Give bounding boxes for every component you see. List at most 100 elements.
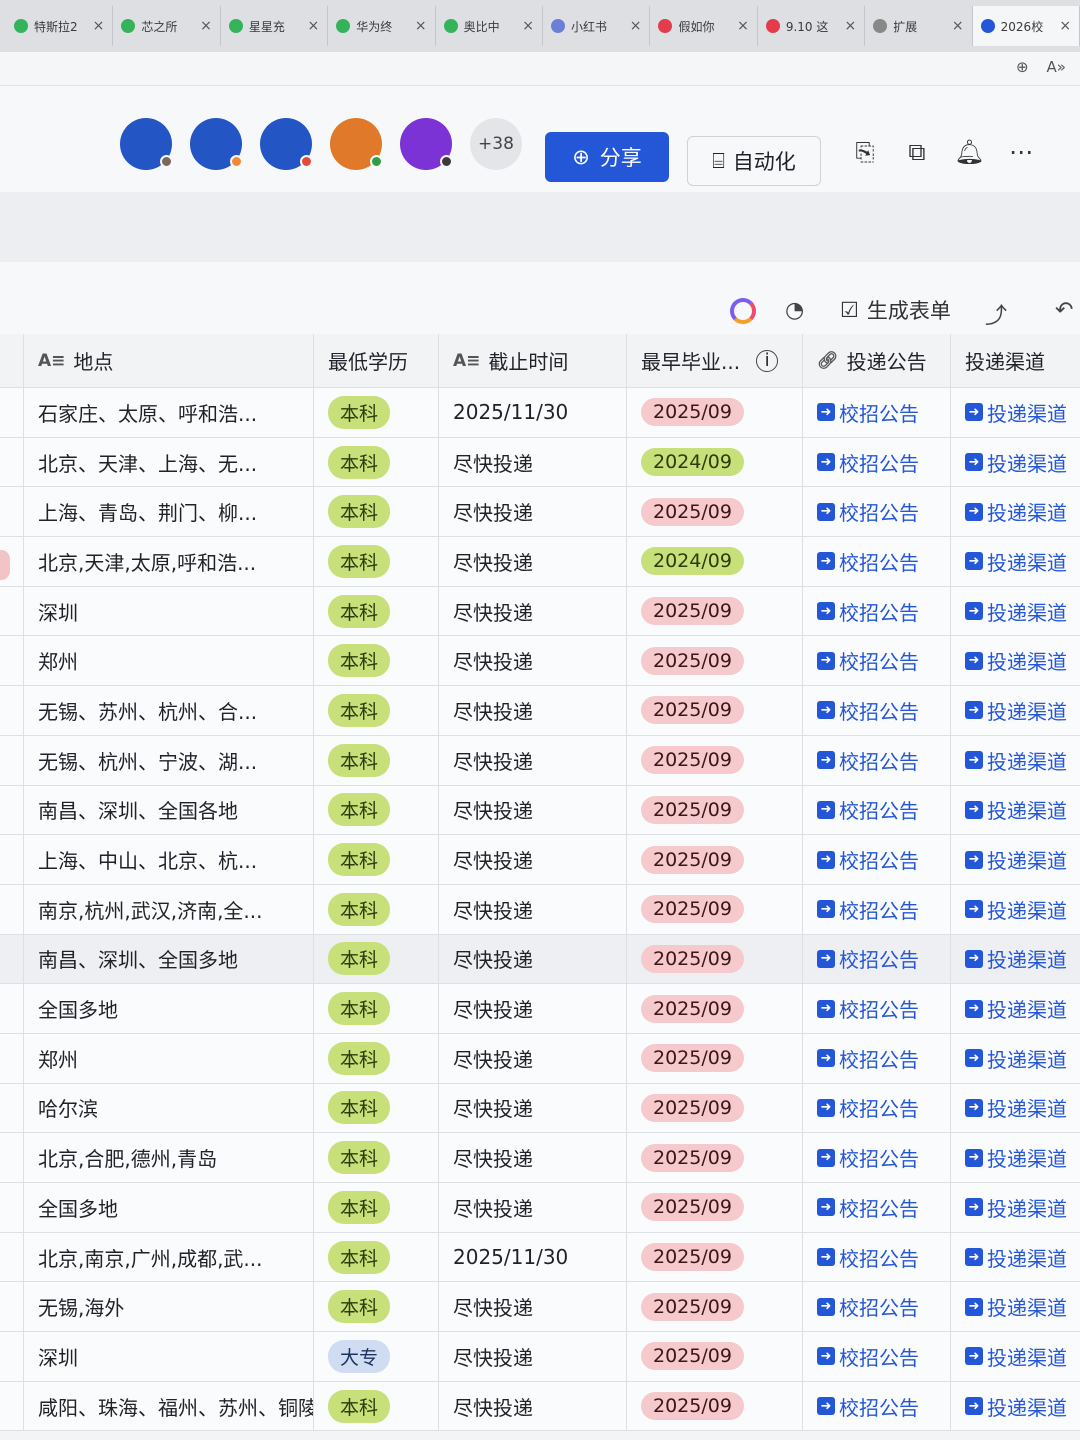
cell-education[interactable]: 大专 bbox=[314, 1332, 439, 1381]
cell-channel[interactable]: ➜ 投递渠道 bbox=[951, 1382, 1080, 1431]
table-row[interactable]: 郑州 本科 尽快投递 2025/09 ➜ 校招公告 ➜ 投递渠道 bbox=[0, 1033, 1080, 1084]
cell-notice[interactable]: ➜ 校招公告 bbox=[803, 1332, 951, 1381]
cell-graduation[interactable]: 2024/09 bbox=[627, 437, 803, 487]
table-row[interactable]: 石家庄、太原、呼和浩... 本科 2025/11/30 2025/09 ➜ 校招公告 ➜ 投递… bbox=[0, 388, 1080, 438]
channel-link[interactable]: ➜ 投递渠道 bbox=[965, 944, 1067, 973]
history-icon[interactable]: ◔ bbox=[785, 298, 804, 323]
cell-location[interactable]: 郑州 bbox=[24, 1033, 314, 1083]
cell-location[interactable]: 咸阳、珠海、福州、苏州、铜陵 bbox=[24, 1381, 314, 1431]
tab-close-icon[interactable]: × bbox=[1059, 18, 1071, 34]
cell-location[interactable]: 郑州 bbox=[24, 636, 314, 686]
cell-notice[interactable]: ➜ 校招公告 bbox=[803, 1183, 951, 1232]
cell-location[interactable]: 深圳 bbox=[24, 586, 314, 636]
cell-deadline[interactable]: 尽快投递 bbox=[439, 1282, 627, 1332]
cell-deadline[interactable]: 2025/11/30 bbox=[439, 388, 627, 437]
cell-graduation[interactable]: 2025/09 bbox=[627, 636, 803, 686]
notice-link[interactable]: ➜ 校招公告 bbox=[817, 1342, 919, 1371]
cell-location[interactable]: 无锡、杭州、宁波、湖... bbox=[24, 735, 314, 785]
tab-close-icon[interactable]: × bbox=[200, 18, 212, 34]
table-row[interactable]: 南昌、深圳、全国多地 本科 尽快投递 2025/09 ➜ 校招公告 ➜ 投递渠道 bbox=[0, 934, 1080, 985]
read-aloud-icon[interactable]: A» bbox=[1047, 58, 1066, 76]
cell-notice[interactable]: ➜ 校招公告 bbox=[803, 487, 951, 537]
cell-notice[interactable]: ➜ 校招公告 bbox=[803, 537, 951, 586]
share-link-icon[interactable]: ⤴ bbox=[985, 298, 1007, 330]
table-row[interactable]: 北京、天津、上海、无... 本科 尽快投递 2024/09 ➜ 校招公告 ➜ 投递渠道 bbox=[0, 437, 1080, 488]
cell-deadline[interactable]: 尽快投递 bbox=[439, 785, 627, 835]
cell-deadline[interactable]: 尽快投递 bbox=[439, 1133, 627, 1182]
cell-location[interactable]: 北京,天津,太原,呼和浩... bbox=[24, 537, 314, 586]
browser-tab[interactable]: 小红书 × bbox=[543, 6, 651, 46]
cell-graduation[interactable]: 2025/09 bbox=[627, 984, 803, 1033]
cell-education[interactable]: 本科 bbox=[314, 437, 439, 487]
cell-channel[interactable]: ➜ 投递渠道 bbox=[951, 1183, 1080, 1232]
channel-link[interactable]: ➜ 投递渠道 bbox=[965, 746, 1067, 775]
notice-link[interactable]: ➜ 校招公告 bbox=[817, 398, 919, 427]
cell-deadline[interactable]: 尽快投递 bbox=[439, 586, 627, 636]
table-row[interactable]: 南昌、深圳、全国各地 本科 尽快投递 2025/09 ➜ 校招公告 ➜ 投递渠道 bbox=[0, 785, 1080, 836]
cell-deadline[interactable]: 尽快投递 bbox=[439, 1332, 627, 1381]
cell-channel[interactable]: ➜ 投递渠道 bbox=[951, 1282, 1080, 1331]
cell-location[interactable]: 全国多地 bbox=[24, 984, 314, 1033]
channel-link[interactable]: ➜ 投递渠道 bbox=[965, 1143, 1067, 1172]
tab-close-icon[interactable]: × bbox=[307, 18, 319, 34]
column-header-deadline[interactable]: A≡ 截止时间 bbox=[439, 334, 627, 387]
channel-link[interactable]: ➜ 投递渠道 bbox=[965, 1342, 1067, 1371]
tab-close-icon[interactable]: × bbox=[952, 18, 964, 34]
cell-deadline[interactable]: 尽快投递 bbox=[439, 735, 627, 785]
info-icon[interactable]: i bbox=[756, 349, 779, 372]
notice-link[interactable]: ➜ 校招公告 bbox=[817, 597, 919, 626]
cell-education[interactable]: 本科 bbox=[314, 388, 439, 437]
plugin-icon[interactable]: ⧉ bbox=[902, 138, 932, 166]
browser-tab[interactable]: 华为终 × bbox=[328, 6, 436, 46]
table-row[interactable]: 无锡、杭州、宁波、湖... 本科 尽快投递 2025/09 ➜ 校招公告 ➜ 投递渠道 bbox=[0, 735, 1080, 786]
cell-education[interactable]: 本科 bbox=[314, 785, 439, 835]
cell-education[interactable]: 本科 bbox=[314, 1232, 439, 1282]
table-row[interactable]: 北京,合肥,德州,青岛 本科 尽快投递 2025/09 ➜ 校招公告 ➜ 投递渠道 bbox=[0, 1133, 1080, 1183]
cell-location[interactable]: 南昌、深圳、全国多地 bbox=[24, 934, 314, 984]
cell-deadline[interactable]: 尽快投递 bbox=[439, 686, 627, 735]
cell-graduation[interactable]: 2025/09 bbox=[627, 835, 803, 884]
cell-notice[interactable]: ➜ 校招公告 bbox=[803, 934, 951, 984]
cell-notice[interactable]: ➜ 校招公告 bbox=[803, 437, 951, 487]
cell-graduation[interactable]: 2025/09 bbox=[627, 1183, 803, 1232]
channel-link[interactable]: ➜ 投递渠道 bbox=[965, 845, 1067, 874]
tab-close-icon[interactable]: × bbox=[630, 18, 642, 34]
cell-deadline[interactable]: 尽快投递 bbox=[439, 487, 627, 537]
cell-graduation[interactable]: 2024/09 bbox=[627, 537, 803, 586]
notice-link[interactable]: ➜ 校招公告 bbox=[817, 696, 919, 725]
channel-link[interactable]: ➜ 投递渠道 bbox=[965, 448, 1067, 477]
notice-link[interactable]: ➜ 校招公告 bbox=[817, 795, 919, 824]
notice-link[interactable]: ➜ 校招公告 bbox=[817, 646, 919, 675]
cell-deadline[interactable]: 尽快投递 bbox=[439, 437, 627, 487]
cell-location[interactable]: 哈尔滨 bbox=[24, 1083, 314, 1133]
cell-graduation[interactable]: 2025/09 bbox=[627, 1332, 803, 1381]
notice-link[interactable]: ➜ 校招公告 bbox=[817, 448, 919, 477]
cell-education[interactable]: 本科 bbox=[314, 1083, 439, 1133]
notice-link[interactable]: ➜ 校招公告 bbox=[817, 1193, 919, 1222]
browser-tab[interactable]: 奥比中 × bbox=[436, 6, 544, 46]
cell-channel[interactable]: ➜ 投递渠道 bbox=[951, 1133, 1080, 1182]
channel-link[interactable]: ➜ 投递渠道 bbox=[965, 497, 1067, 526]
cell-channel[interactable]: ➜ 投递渠道 bbox=[951, 935, 1080, 984]
cell-deadline[interactable]: 尽快投递 bbox=[439, 636, 627, 686]
avatar[interactable] bbox=[260, 118, 313, 170]
cell-channel[interactable]: ➜ 投递渠道 bbox=[951, 537, 1080, 586]
avatar[interactable] bbox=[120, 118, 173, 170]
cell-channel[interactable]: ➜ 投递渠道 bbox=[951, 686, 1080, 735]
table-row[interactable]: 无锡、苏州、杭州、合... 本科 尽快投递 2025/09 ➜ 校招公告 ➜ 投递渠道 bbox=[0, 686, 1080, 736]
cell-graduation[interactable]: 2025/09 bbox=[627, 1381, 803, 1431]
channel-link[interactable]: ➜ 投递渠道 bbox=[965, 994, 1067, 1023]
cell-location[interactable]: 全国多地 bbox=[24, 1183, 314, 1232]
channel-link[interactable]: ➜ 投递渠道 bbox=[965, 1093, 1067, 1122]
channel-link[interactable]: ➜ 投递渠道 bbox=[965, 398, 1067, 427]
tab-close-icon[interactable]: × bbox=[93, 18, 105, 34]
ai-assistant-icon[interactable] bbox=[730, 298, 756, 324]
cell-location[interactable]: 深圳 bbox=[24, 1332, 314, 1381]
cell-location[interactable]: 北京,合肥,德州,青岛 bbox=[24, 1133, 314, 1182]
browser-tab[interactable]: 特斯拉2 × bbox=[6, 6, 114, 46]
table-row[interactable]: 无锡,海外 本科 尽快投递 2025/09 ➜ 校招公告 ➜ 投递渠道 bbox=[0, 1282, 1080, 1333]
cell-graduation[interactable]: 2025/09 bbox=[627, 934, 803, 984]
browser-tab[interactable]: 星星充 × bbox=[221, 6, 329, 46]
cell-deadline[interactable]: 尽快投递 bbox=[439, 884, 627, 934]
cell-education[interactable]: 本科 bbox=[314, 686, 439, 735]
